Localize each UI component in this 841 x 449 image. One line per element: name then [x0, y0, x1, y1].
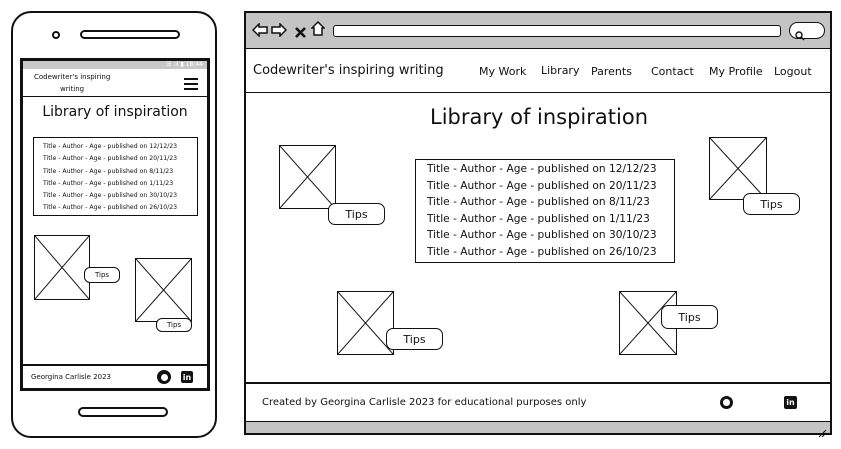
- nav-contact[interactable]: Contact: [651, 65, 694, 78]
- linkedin-glyph: in: [182, 372, 192, 382]
- list-item[interactable]: Title - Author - Age - published on 30/1…: [43, 190, 197, 202]
- linkedin-icon[interactable]: in: [784, 396, 797, 409]
- back-arrow-icon[interactable]: [251, 22, 268, 38]
- tips-label: Tips: [166, 321, 182, 329]
- nav-my-work[interactable]: My Work: [479, 65, 526, 78]
- tips-label: Tips: [345, 207, 368, 221]
- address-bar[interactable]: [333, 25, 781, 37]
- phone-camera: [52, 31, 60, 39]
- github-icon[interactable]: [720, 396, 733, 409]
- forward-arrow-icon[interactable]: [271, 22, 288, 38]
- nav-logout[interactable]: Logout: [774, 65, 812, 78]
- phone-home-button[interactable]: [78, 407, 168, 417]
- tips-bubble[interactable]: Tips: [743, 193, 800, 215]
- hamburger-icon[interactable]: [184, 78, 198, 90]
- mobile-brand-line2[interactable]: writing: [60, 85, 84, 93]
- home-icon[interactable]: [310, 20, 326, 36]
- tips-label: Tips: [94, 271, 110, 279]
- linkedin-icon[interactable]: in: [181, 371, 193, 383]
- mobile-brand-line1[interactable]: Codewriter's inspiring: [34, 73, 110, 81]
- list-item[interactable]: Title - Author - Age - published on 20/1…: [43, 153, 197, 165]
- nav-library[interactable]: Library: [541, 64, 579, 77]
- resize-handle-icon[interactable]: [818, 423, 827, 438]
- tips-bubble[interactable]: Tips: [84, 267, 120, 283]
- mobile-footer: [23, 364, 207, 366]
- desktop-page-title: Library of inspiration: [430, 105, 648, 129]
- list-item[interactable]: Title - Author - Age - published on 30/1…: [427, 227, 674, 244]
- status-bar: ☰ .ıl ▮ 18:44: [23, 61, 207, 69]
- linkedin-glyph: in: [786, 398, 795, 407]
- phone-speaker: [80, 30, 180, 39]
- close-icon[interactable]: [295, 23, 306, 38]
- list-item[interactable]: Title - Author - Age - published on 12/1…: [43, 141, 197, 153]
- list-item[interactable]: Title - Author - Age - published on 8/11…: [427, 194, 674, 211]
- image-placeholder: [34, 235, 90, 300]
- search-icon[interactable]: [795, 26, 805, 41]
- desktop-brand[interactable]: Codewriter's inspiring writing: [253, 63, 444, 78]
- list-item[interactable]: Title - Author - Age - published on 12/1…: [427, 161, 674, 178]
- nav-my-profile[interactable]: My Profile: [709, 65, 763, 78]
- mobile-entry-list: Title - Author - Age - published on 12/1…: [33, 137, 198, 216]
- tips-label: Tips: [403, 332, 426, 346]
- desktop-footer: [246, 382, 830, 384]
- github-icon[interactable]: [157, 370, 171, 384]
- tips-bubble[interactable]: Tips: [386, 328, 443, 350]
- image-placeholder: [709, 137, 767, 200]
- tips-label: Tips: [760, 197, 783, 211]
- status-strip: [246, 421, 830, 433]
- tips-label: Tips: [678, 310, 701, 324]
- image-placeholder: [135, 258, 192, 322]
- mobile-footer-text: Georgina Carlisle 2023: [31, 373, 111, 381]
- list-item[interactable]: Title - Author - Age - published on 26/1…: [427, 244, 674, 261]
- list-item[interactable]: Title - Author - Age - published on 1/11…: [43, 178, 197, 190]
- desktop-entry-list: Title - Author - Age - published on 12/1…: [415, 159, 675, 263]
- image-placeholder: [279, 145, 336, 209]
- tips-bubble[interactable]: Tips: [328, 203, 385, 225]
- list-item[interactable]: Title - Author - Age - published on 20/1…: [427, 178, 674, 195]
- list-item[interactable]: Title - Author - Age - published on 1/11…: [427, 211, 674, 228]
- desktop-footer-text: Created by Georgina Carlisle 2023 for ed…: [262, 397, 587, 408]
- tips-bubble[interactable]: Tips: [661, 305, 718, 329]
- tips-bubble[interactable]: Tips: [156, 318, 192, 332]
- nav-parents[interactable]: Parents: [591, 65, 632, 78]
- list-item[interactable]: Title - Author - Age - published on 8/11…: [43, 166, 197, 178]
- mobile-page-title: Library of inspiration: [42, 104, 188, 120]
- list-item[interactable]: Title - Author - Age - published on 26/1…: [43, 202, 197, 214]
